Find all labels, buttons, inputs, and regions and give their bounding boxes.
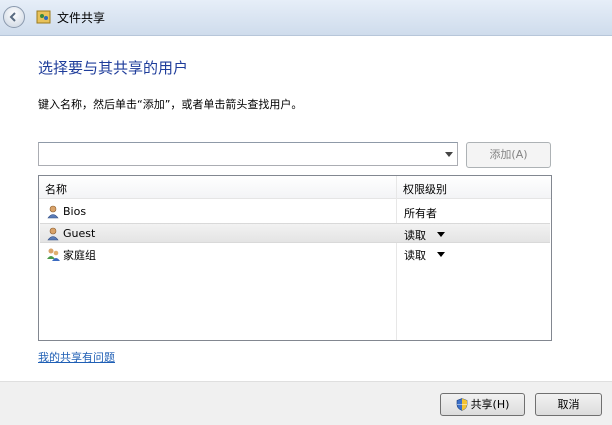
list-header: 名称 权限级别 [39, 176, 551, 199]
footer-bar: 共享(H) 取消 [0, 381, 612, 425]
share-button-label: 共享(H) [470, 398, 510, 411]
chevron-down-icon[interactable] [445, 152, 453, 157]
user-name: Bios [63, 205, 87, 218]
window-title: 文件共享 [57, 11, 106, 25]
share-button[interactable]: 共享(H) [440, 393, 525, 416]
cancel-button[interactable]: 取消 [535, 393, 602, 416]
user-name: 家庭组 [63, 249, 96, 262]
permission-level[interactable]: 读取 [404, 227, 426, 243]
title-bar: 文件共享 [0, 0, 612, 36]
list-item[interactable]: Bios 所有者 [40, 202, 550, 222]
homegroup-icon [47, 248, 60, 261]
user-permission-list[interactable]: 名称 权限级别 Bios 所有者 Guest 读取 家庭组 读取 [38, 175, 552, 341]
column-header-name[interactable]: 名称 [45, 181, 67, 197]
list-item[interactable]: 家庭组 读取 [40, 244, 550, 264]
instruction-text: 键入名称，然后单击“添加”，或者单击箭头查找用户。 [38, 98, 303, 111]
permission-level[interactable]: 读取 [404, 247, 426, 263]
permission-level: 所有者 [404, 207, 437, 220]
back-button[interactable] [3, 6, 25, 28]
file-sharing-icon [36, 10, 51, 24]
column-header-permission[interactable]: 权限级别 [403, 181, 447, 197]
back-arrow-icon [9, 12, 16, 22]
add-button[interactable]: 添加(A) [466, 142, 551, 168]
user-icon [47, 227, 59, 241]
help-link[interactable]: 我的共享有问题 [38, 349, 115, 365]
user-name-combobox[interactable] [38, 142, 458, 166]
list-item[interactable]: Guest 读取 [40, 223, 550, 243]
page-title: 选择要与其共享的用户 [38, 59, 189, 77]
shield-icon [456, 397, 467, 411]
user-name: Guest [63, 227, 96, 240]
chevron-down-icon[interactable] [437, 252, 445, 257]
user-icon [47, 205, 59, 219]
chevron-down-icon[interactable] [437, 232, 445, 237]
